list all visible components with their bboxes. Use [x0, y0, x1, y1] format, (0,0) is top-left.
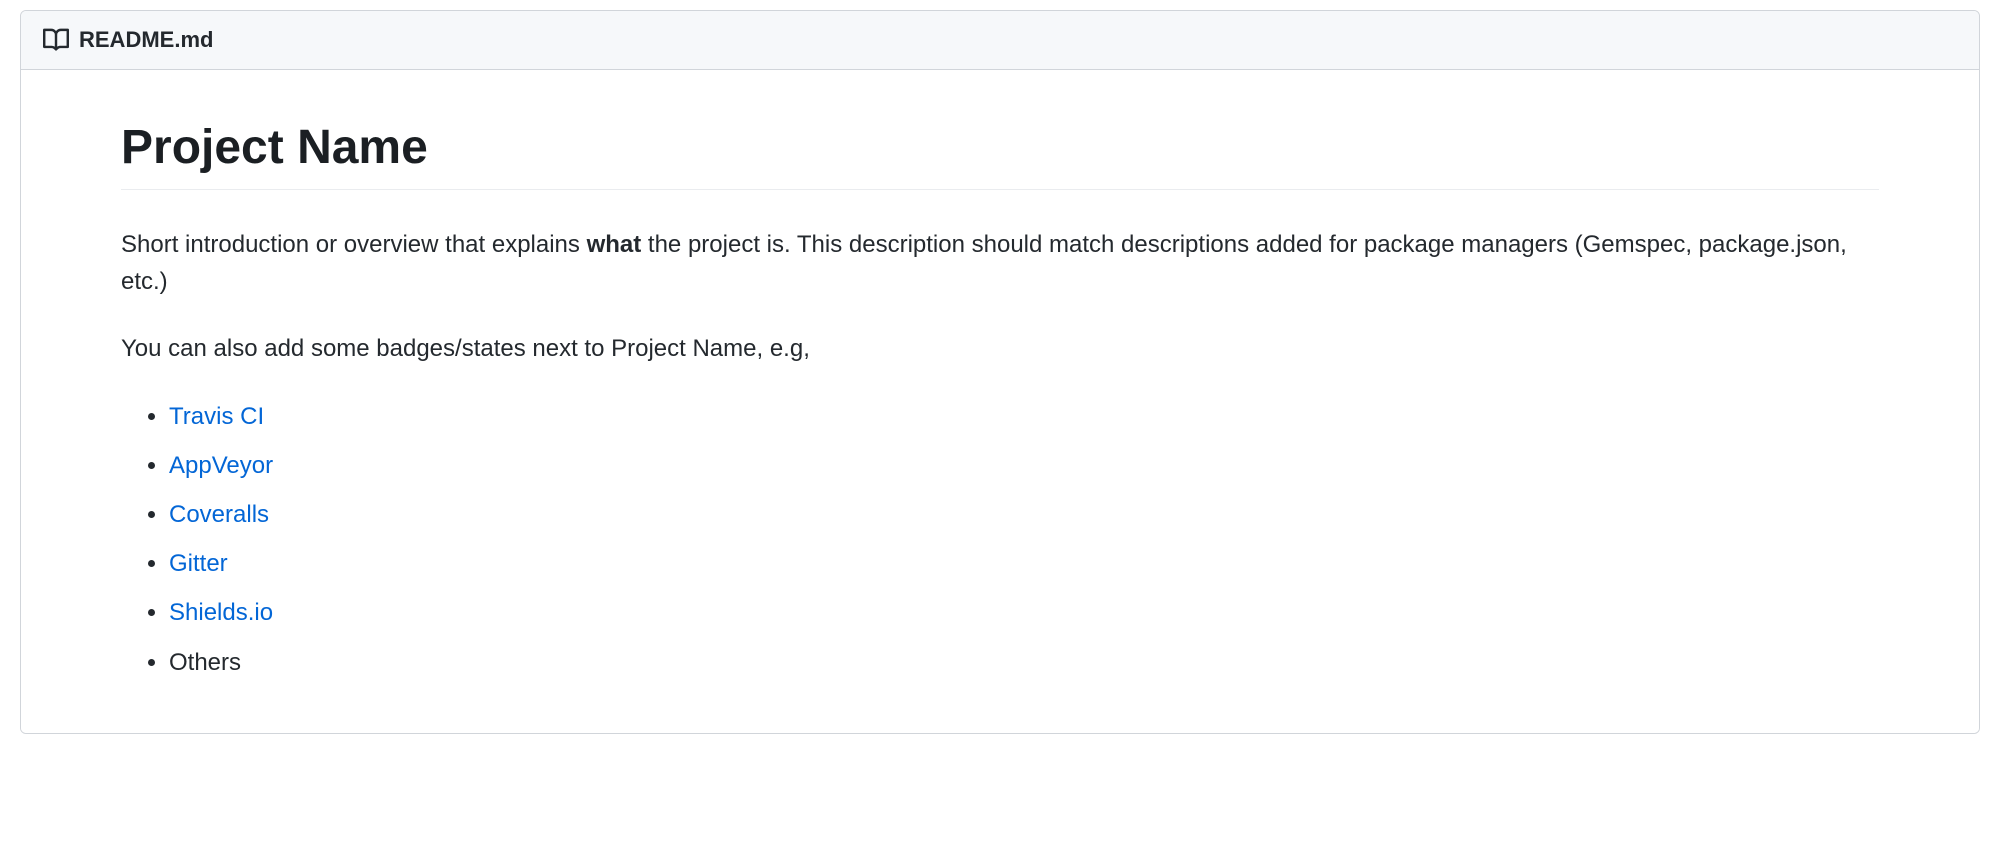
badge-link-appveyor[interactable]: AppVeyor	[169, 452, 273, 479]
readme-body: Project Name Short introduction or overv…	[21, 70, 1979, 733]
badges-list: Travis CI AppVeyor Coveralls Gitter Shie…	[121, 398, 1879, 681]
intro-paragraph: Short introduction or overview that expl…	[121, 226, 1879, 300]
readme-container: README.md Project Name Short introductio…	[20, 10, 1980, 734]
intro-bold: what	[587, 231, 642, 258]
list-item: Travis CI	[169, 398, 1879, 435]
list-item: AppVeyor	[169, 447, 1879, 484]
list-item: Others	[169, 644, 1879, 681]
list-item: Gitter	[169, 545, 1879, 582]
badge-link-shields[interactable]: Shields.io	[169, 599, 273, 626]
list-item: Coveralls	[169, 496, 1879, 533]
readme-title: Project Name	[121, 120, 1879, 190]
badge-link-gitter[interactable]: Gitter	[169, 550, 228, 577]
badge-text-others: Others	[169, 649, 241, 676]
file-header: README.md	[21, 11, 1979, 70]
intro-text-1: Short introduction or overview that expl…	[121, 231, 587, 258]
list-item: Shields.io	[169, 594, 1879, 631]
badge-link-coveralls[interactable]: Coveralls	[169, 501, 269, 528]
badges-intro: You can also add some badges/states next…	[121, 330, 1879, 367]
badge-link-travis[interactable]: Travis CI	[169, 403, 264, 430]
filename: README.md	[79, 27, 213, 53]
book-icon	[43, 29, 69, 51]
